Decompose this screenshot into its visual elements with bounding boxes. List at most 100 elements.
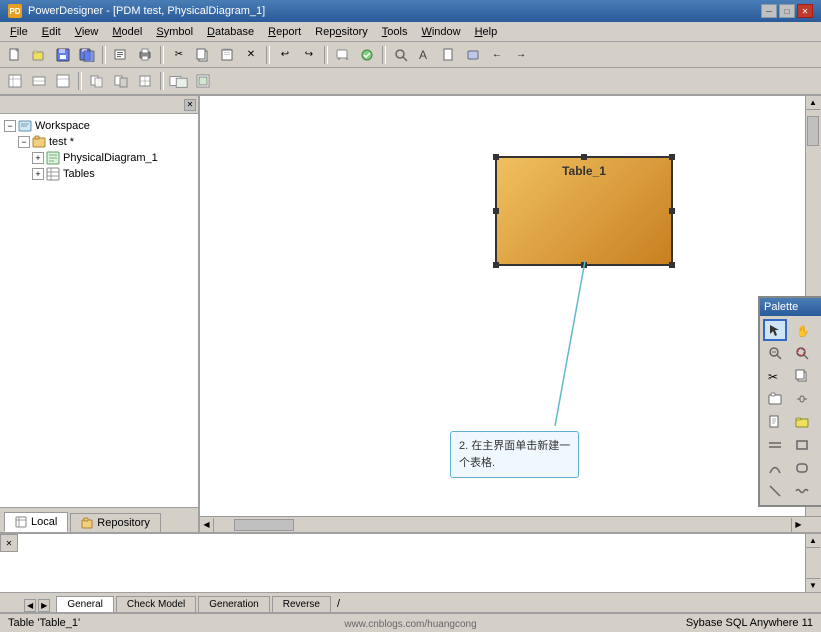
- handle-tr[interactable]: [669, 154, 675, 160]
- palette-zoom-in[interactable]: [817, 319, 821, 341]
- palette-wave[interactable]: [790, 480, 814, 502]
- palette-link[interactable]: [790, 388, 814, 410]
- palette-settings2[interactable]: [817, 388, 821, 410]
- canvas-h-scrollbar[interactable]: ◀ ▶: [200, 516, 821, 532]
- toolbar-check[interactable]: [356, 45, 378, 65]
- toolbar-redo[interactable]: ↪: [298, 45, 320, 65]
- bottom-scroll-up[interactable]: ▲: [806, 534, 820, 548]
- palette-rounded-rect[interactable]: [790, 457, 814, 479]
- toolbar-delete[interactable]: ✕: [240, 45, 262, 65]
- palette-hand[interactable]: ✋: [790, 319, 814, 341]
- menu-symbol[interactable]: Symbol: [150, 24, 199, 40]
- tab-prev[interactable]: ◀: [24, 599, 36, 612]
- tree-test[interactable]: − test *: [18, 134, 194, 150]
- toolbar2-btn2[interactable]: [28, 71, 50, 91]
- handle-tl[interactable]: [493, 154, 499, 160]
- palette-cut[interactable]: ✂: [763, 365, 787, 387]
- bottom-scroll-down[interactable]: ▼: [806, 578, 820, 592]
- toolbar-print-preview[interactable]: [110, 45, 132, 65]
- output-area[interactable]: [20, 534, 821, 592]
- bottom-nav-arrows[interactable]: ◀ ▶: [24, 599, 50, 612]
- palette-diag-line[interactable]: [817, 434, 821, 456]
- tab-next[interactable]: ▶: [38, 599, 50, 612]
- palette-copy2[interactable]: [790, 365, 814, 387]
- panel-close-button[interactable]: ✕: [184, 99, 196, 111]
- tab-more[interactable]: /: [333, 596, 344, 612]
- palette-line[interactable]: [763, 480, 787, 502]
- handle-ml[interactable]: [493, 208, 499, 214]
- h-scroll-thumb[interactable]: [234, 519, 294, 531]
- menu-database[interactable]: Database: [201, 24, 260, 40]
- toolbar2-btn1[interactable]: [4, 71, 26, 91]
- handle-bl[interactable]: [493, 262, 499, 268]
- toolbar-copy[interactable]: [192, 45, 214, 65]
- tab-local[interactable]: Local: [4, 512, 68, 532]
- palette-double-line[interactable]: [763, 434, 787, 456]
- palette-pointer[interactable]: [763, 319, 787, 341]
- toolbar2-btn4[interactable]: [86, 71, 108, 91]
- toolbar2-btn3[interactable]: [52, 71, 74, 91]
- tab-generation[interactable]: Generation: [198, 596, 269, 612]
- palette-doc[interactable]: [763, 411, 787, 433]
- toolbar-new[interactable]: [4, 45, 26, 65]
- scroll-left-btn[interactable]: ◀: [200, 518, 214, 532]
- handle-br[interactable]: [669, 262, 675, 268]
- toolbar2-btn6[interactable]: [134, 71, 156, 91]
- palette-arrow-diag[interactable]: [817, 411, 821, 433]
- palette-zoom-out[interactable]: [763, 342, 787, 364]
- menu-window[interactable]: Window: [415, 24, 466, 40]
- v-scroll-thumb[interactable]: [807, 116, 819, 146]
- toolbar-b4[interactable]: →: [510, 45, 532, 65]
- handle-tm[interactable]: [581, 154, 587, 160]
- menu-view[interactable]: View: [69, 24, 105, 40]
- toolbar2-btn7[interactable]: [168, 71, 190, 91]
- toolbar-saveall[interactable]: [76, 45, 98, 65]
- palette-folder[interactable]: [790, 411, 814, 433]
- toolbar-find[interactable]: [390, 45, 412, 65]
- bottom-v-scrollbar[interactable]: ▲ ▼: [805, 534, 821, 592]
- pd-expander[interactable]: +: [32, 152, 44, 164]
- window-controls[interactable]: ─ □ ✕: [761, 4, 813, 18]
- tree-workspace[interactable]: − Workspace: [4, 118, 194, 134]
- tab-reverse[interactable]: Reverse: [272, 596, 331, 612]
- toolbar-save[interactable]: [52, 45, 74, 65]
- toolbar-cut[interactable]: ✂: [168, 45, 190, 65]
- tab-repository[interactable]: Repository: [70, 513, 161, 532]
- palette-zoom-region[interactable]: [790, 342, 814, 364]
- toolbar-impact[interactable]: A: [414, 45, 436, 65]
- palette-arc[interactable]: [763, 457, 787, 479]
- palette-ellipse[interactable]: [817, 457, 821, 479]
- scroll-up-btn[interactable]: ▲: [806, 96, 820, 110]
- menu-edit[interactable]: Edit: [36, 24, 67, 40]
- palette-star[interactable]: [817, 480, 821, 502]
- minimize-button[interactable]: ─: [761, 4, 777, 18]
- tree-tables[interactable]: + Tables: [32, 166, 194, 182]
- scroll-right-btn[interactable]: ▶: [791, 518, 805, 532]
- close-button[interactable]: ✕: [797, 4, 813, 18]
- menu-file[interactable]: File: [4, 24, 34, 40]
- menu-help[interactable]: Help: [469, 24, 504, 40]
- restore-button[interactable]: □: [779, 4, 795, 18]
- toolbar2-btn5[interactable]: [110, 71, 132, 91]
- test-expander[interactable]: −: [18, 136, 30, 148]
- handle-mr[interactable]: [669, 208, 675, 214]
- menu-tools[interactable]: Tools: [376, 24, 414, 40]
- menu-model[interactable]: Model: [106, 24, 148, 40]
- palette-table-btn[interactable]: [817, 342, 821, 364]
- toolbar-undo[interactable]: ↩: [274, 45, 296, 65]
- handle-bm[interactable]: [581, 262, 587, 268]
- toolbar-open[interactable]: [28, 45, 50, 65]
- toolbar-paste[interactable]: [216, 45, 238, 65]
- toolbar-refresh[interactable]: [332, 45, 354, 65]
- toolbar-b1[interactable]: [438, 45, 460, 65]
- canvas-area[interactable]: ▲ ▼ ◀ ▶ Table_1: [200, 96, 821, 532]
- tables-expander[interactable]: +: [32, 168, 44, 180]
- palette-box[interactable]: [763, 388, 787, 410]
- tree-physdiagram[interactable]: + PhysicalDiagram_1: [32, 150, 194, 166]
- tab-general[interactable]: General: [56, 596, 114, 612]
- toolbar2-btn8[interactable]: [192, 71, 214, 91]
- bottom-panel-close[interactable]: ✕: [0, 534, 18, 552]
- toolbar-b3[interactable]: ←: [486, 45, 508, 65]
- menu-report[interactable]: Report: [262, 24, 307, 40]
- toolbar-b2[interactable]: [462, 45, 484, 65]
